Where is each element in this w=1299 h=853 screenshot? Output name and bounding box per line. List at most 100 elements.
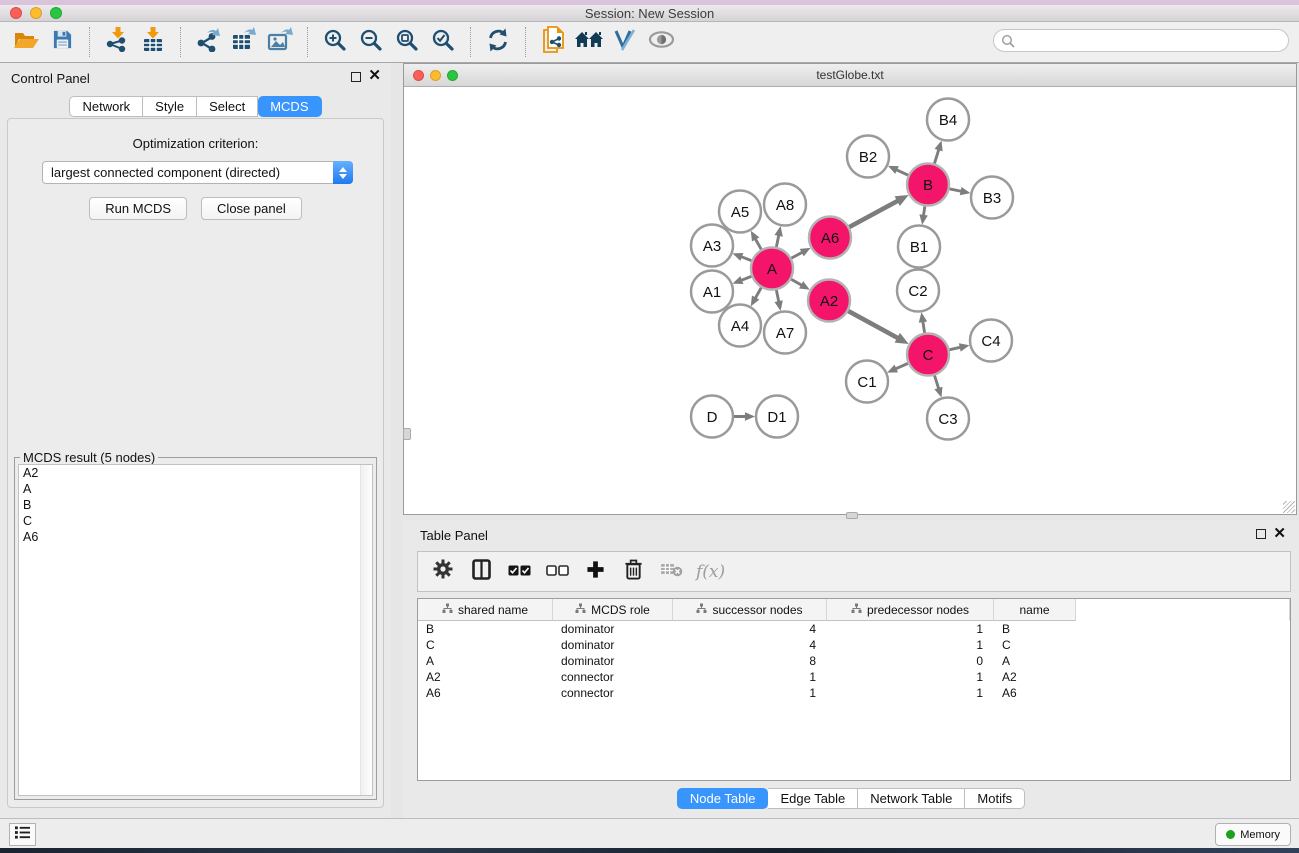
export-image-button[interactable] — [262, 25, 298, 59]
import-table-button[interactable] — [135, 25, 171, 59]
edge-arrowhead — [733, 276, 744, 284]
tab-network[interactable]: Network — [69, 96, 143, 117]
tab-node-table[interactable]: Node Table — [677, 788, 769, 809]
tab-network-table[interactable]: Network Table — [858, 788, 965, 809]
birds-eye-view-button[interactable] — [643, 25, 679, 59]
tab-select[interactable]: Select — [197, 96, 258, 117]
edge-B-B2[interactable] — [897, 170, 909, 176]
edge-A-A8[interactable] — [776, 236, 778, 248]
edge-A-A2[interactable] — [790, 279, 801, 285]
resize-grip-icon[interactable] — [1283, 501, 1295, 513]
column-header-name[interactable]: name — [994, 599, 1076, 621]
zoom-selected-button[interactable] — [425, 25, 461, 59]
delete-table-button[interactable] — [654, 556, 688, 588]
zoom-fit-icon — [395, 28, 419, 57]
network-canvas[interactable]: B4B2BB3A5A8A6A3B1AA1C2A2A4A7CC4C1C3DD1 — [404, 87, 1296, 514]
edge-A6-B[interactable] — [848, 201, 897, 227]
network-minimize-button[interactable] — [430, 70, 441, 81]
column-header-shared-name[interactable]: shared name — [418, 599, 553, 621]
table-settings-button[interactable] — [426, 556, 460, 588]
edge-C-C1[interactable] — [896, 363, 909, 369]
export-network-button[interactable] — [190, 25, 226, 59]
float-panel-icon[interactable] — [1256, 529, 1266, 539]
column-header-successor-nodes[interactable]: successor nodes — [673, 599, 827, 621]
search-input[interactable] — [993, 29, 1289, 52]
split-handle[interactable] — [403, 428, 411, 440]
result-item[interactable]: A6 — [19, 529, 372, 545]
result-item[interactable]: C — [19, 513, 372, 529]
edge-A-A5[interactable] — [756, 239, 762, 250]
result-item[interactable]: B — [19, 497, 372, 513]
close-panel-icon[interactable]: ✕ — [368, 67, 381, 85]
minimize-window-button[interactable] — [30, 7, 42, 19]
edge-B-B3[interactable] — [949, 189, 961, 191]
delete-columns-button[interactable] — [616, 556, 650, 588]
table-cell: A — [994, 654, 1076, 668]
tab-edge-table[interactable]: Edge Table — [768, 788, 858, 809]
zoom-window-button[interactable] — [50, 7, 62, 19]
column-header-mcds-role[interactable]: MCDS role — [553, 599, 673, 621]
close-panel-button[interactable]: Close panel — [201, 197, 302, 220]
save-session-button[interactable] — [44, 25, 80, 59]
zoom-out-button[interactable] — [353, 25, 389, 59]
function-builder-button[interactable]: f(x) — [696, 562, 725, 582]
unselect-all-columns-button[interactable] — [540, 556, 574, 588]
table-row[interactable]: Cdominator41C — [418, 637, 1290, 653]
toolbar-separator — [307, 27, 308, 57]
edge-C-C4[interactable] — [948, 347, 959, 350]
zoom-fit-button[interactable] — [389, 25, 425, 59]
edge-C-C3[interactable] — [934, 375, 938, 388]
run-mcds-button[interactable]: Run MCDS — [89, 197, 187, 220]
edge-A-A3[interactable] — [742, 257, 753, 261]
column-header-label: shared name — [458, 603, 528, 617]
task-history-button[interactable] — [9, 823, 36, 846]
table-row[interactable]: A6connector11A6 — [418, 685, 1290, 701]
table-cell: dominator — [553, 654, 673, 668]
edge-B-B4[interactable] — [934, 150, 938, 164]
result-list-scrollbar[interactable] — [360, 465, 372, 795]
split-handle[interactable] — [846, 512, 858, 519]
table-row[interactable]: Adominator80A — [418, 653, 1290, 669]
node-label-C4: C4 — [981, 333, 1000, 350]
network-close-button[interactable] — [413, 70, 424, 81]
table-row[interactable]: A2connector11A2 — [418, 669, 1290, 685]
close-panel-icon[interactable]: ✕ — [1273, 524, 1286, 542]
edge-C-C2[interactable] — [923, 322, 925, 334]
edge-A-A4[interactable] — [756, 287, 762, 298]
network-graph[interactable]: B4B2BB3A5A8A6A3B1AA1C2A2A4A7CC4C1C3DD1 — [404, 87, 1296, 514]
show-columns-button[interactable] — [464, 556, 498, 588]
edge-A-A1[interactable] — [742, 276, 753, 280]
create-column-button[interactable] — [578, 556, 612, 588]
zoom-in-button[interactable] — [317, 25, 353, 59]
open-session-button[interactable] — [8, 25, 44, 59]
close-window-button[interactable] — [10, 7, 22, 19]
select-all-columns-button[interactable] — [502, 556, 536, 588]
import-network-button[interactable] — [99, 25, 135, 59]
result-item[interactable]: A — [19, 481, 372, 497]
edge-A-A6[interactable] — [791, 253, 802, 259]
result-item[interactable]: A2 — [19, 465, 372, 481]
mcds-result-list[interactable]: A2ABCA6 — [18, 464, 373, 796]
memory-button[interactable]: Memory — [1215, 823, 1291, 846]
graphics-details-button[interactable] — [607, 25, 643, 59]
edge-A-A7[interactable] — [776, 289, 778, 301]
float-panel-icon[interactable] — [351, 72, 361, 82]
tab-mcds[interactable]: MCDS — [258, 96, 321, 117]
checked-boxes-icon — [508, 563, 531, 581]
table-row[interactable]: Bdominator41B — [418, 621, 1290, 637]
tab-motifs[interactable]: Motifs — [965, 788, 1025, 809]
home-button[interactable] — [571, 25, 607, 59]
memory-status-icon — [1226, 830, 1235, 839]
network-zoom-button[interactable] — [447, 70, 458, 81]
network-file-button[interactable] — [535, 25, 571, 59]
table-cell: B — [418, 622, 553, 636]
optimization-criterion-select[interactable]: largest connected component (directed) — [42, 161, 353, 184]
column-header-predecessor-nodes[interactable]: predecessor nodes — [827, 599, 994, 621]
edge-B-B1[interactable] — [924, 205, 925, 215]
refresh-network-button[interactable] — [480, 25, 516, 59]
node-table[interactable]: shared name MCDS rolesuccessor nodesprede… — [417, 598, 1291, 781]
table-cell: 1 — [827, 622, 994, 636]
edge-A2-C[interactable] — [847, 311, 897, 338]
export-table-button[interactable] — [226, 25, 262, 59]
tab-style[interactable]: Style — [143, 96, 197, 117]
